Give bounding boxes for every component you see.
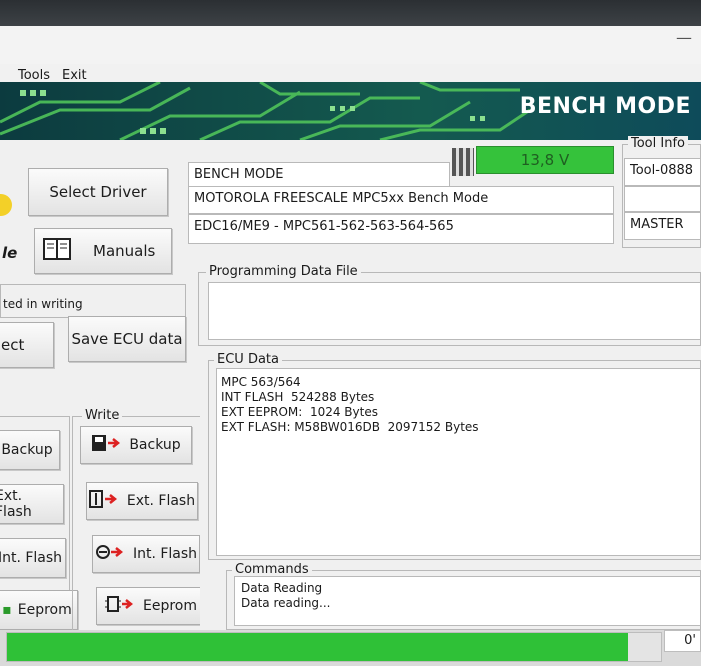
manuals-button[interactable]: Manuals [34,228,172,274]
read-eeprom-button[interactable]: ▪ Eeprom [0,590,78,630]
status-text: ted in writing [3,297,83,311]
tool-role-field: MASTER [624,212,701,240]
protocol-field: MOTOROLA FREESCALE MPC5xx Bench Mode [188,186,614,214]
programming-data-legend: Programming Data File [206,264,361,279]
save-arrow-icon [91,434,121,456]
commands-legend: Commands [232,562,312,577]
tool-id-field: Tool-0888 [624,158,701,186]
mode-field: BENCH MODE [188,162,450,188]
write-int-flash-button[interactable]: Int. Flash [92,535,200,573]
book-icon [43,237,71,265]
status-group: ted in writing [0,284,186,318]
tool-blank-field [624,186,701,212]
header-banner: BENCH MODE [0,82,701,140]
ecu-field: EDC16/ME9 - MPC561-562-563-564-565 [188,214,614,244]
banner-title: BENCH MODE [519,94,691,119]
write-eeprom-label: Eeprom [143,598,197,614]
read-eeprom-label: Eeprom [17,602,72,618]
read-ext-flash-button[interactable]: Ext. Flash [0,484,64,524]
side-label-fragment: le [2,244,18,262]
menu-exit[interactable]: Exit [62,68,87,83]
write-group-legend: Write [82,408,123,423]
programming-data-area[interactable] [208,282,701,340]
voltage-indicator: 13,8 V [476,146,614,174]
window-top-edge [0,0,701,26]
progress-value: 0' [664,630,701,652]
write-int-flash-label: Int. Flash [132,546,198,562]
ecu-data-line: INT FLASH 524288 Bytes [221,390,375,404]
write-backup-label: Backup [129,437,181,453]
connect-button[interactable]: ect [0,322,54,368]
title-bar: — [0,26,701,66]
manuals-label: Manuals [93,242,156,260]
write-ext-flash-label: Ext. Flash [126,493,196,509]
ecu-data-area[interactable]: MPC 563/564 INT FLASH 524288 Bytes EXT E… [216,368,701,556]
commands-log: Data Reading Data reading... [234,576,701,626]
menu-tools[interactable]: Tools [18,68,50,83]
command-line: Data Reading [241,581,323,595]
signal-bars-icon [452,148,474,176]
ecu-data-line: EXT EEPROM: 1024 Bytes [221,405,378,419]
save-ecu-data-button[interactable]: Save ECU data [68,316,186,362]
tool-info-legend: Tool Info [628,136,688,151]
eeprom-chip-arrow-icon [105,595,135,617]
ecu-data-line: EXT FLASH: M58BW016DB 2097152 Bytes [221,420,479,434]
progress-fill [7,633,629,661]
write-ext-flash-button[interactable]: Ext. Flash [86,482,198,520]
read-int-flash-button[interactable]: Int. Flash [0,538,66,578]
ecu-data-legend: ECU Data [214,352,282,367]
ecu-data-line: MPC 563/564 [221,375,301,389]
write-eeprom-button[interactable]: Eeprom [96,587,206,625]
microchip-arrow-icon [95,543,125,565]
eeprom-icon: ▪ [2,602,12,618]
write-backup-button[interactable]: Backup [80,426,192,464]
command-line: Data reading... [241,596,331,610]
progress-bar [6,632,662,662]
select-driver-button[interactable]: Select Driver [28,168,168,216]
minimize-icon[interactable]: — [676,28,692,48]
read-backup-button[interactable]: Backup [0,430,60,470]
chip-arrow-icon [88,490,119,512]
